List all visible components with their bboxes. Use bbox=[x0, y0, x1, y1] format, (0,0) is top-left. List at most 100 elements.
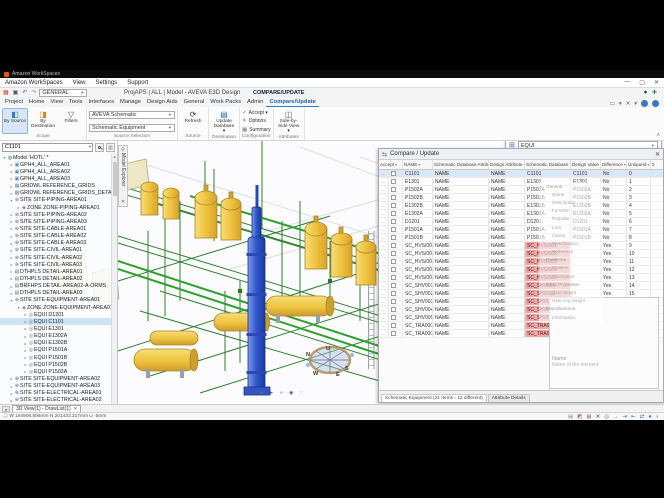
tree-item[interactable]: ▸▣GPH4_ALL_AREA01 bbox=[0, 161, 111, 168]
accept-checkbox[interactable] bbox=[391, 203, 396, 208]
rotate-right-icon[interactable]: ► bbox=[269, 390, 274, 396]
delete-icon[interactable]: ✕ bbox=[596, 414, 601, 420]
accept-cell[interactable] bbox=[389, 274, 403, 281]
tree-item[interactable]: ▸⊕SITE SITE-EQUIPMENT-AREA02 bbox=[0, 375, 111, 382]
accept-checkbox[interactable] bbox=[391, 323, 396, 328]
column-header-schematic-database-value[interactable]: Schematic Database Value▾ bbox=[525, 160, 571, 169]
accept-checkbox[interactable] bbox=[391, 251, 396, 256]
tab-manage[interactable]: Manage bbox=[117, 98, 144, 107]
accept-checkbox[interactable] bbox=[391, 331, 396, 336]
accept-cell[interactable] bbox=[389, 250, 403, 257]
window-minimize-icon[interactable]: — bbox=[624, 79, 630, 86]
tab-view[interactable]: View bbox=[48, 98, 66, 107]
accept-cell[interactable] bbox=[389, 322, 403, 329]
accept-checkbox[interactable] bbox=[391, 299, 396, 304]
tab-home[interactable]: Home bbox=[26, 98, 47, 107]
default-setting-combo[interactable]: GENERAL▾ bbox=[39, 89, 87, 97]
tree-item[interactable]: ▸⊕SITE SITE-EQUIPMENT-AREA03 bbox=[0, 383, 111, 390]
tree-item[interactable]: ▸◎EQUI P1501A bbox=[0, 347, 111, 354]
snap-end-icon[interactable]: ⇥ bbox=[623, 414, 628, 420]
table-row[interactable]: →E1301NAMENAMEE1301E1301No1 bbox=[379, 178, 663, 186]
accept--button[interactable]: ✓Accept ▾ bbox=[242, 109, 271, 116]
accept-cell[interactable] bbox=[389, 226, 403, 233]
tree-item[interactable]: ▸◎EQUI E1302B bbox=[0, 340, 111, 347]
tree-item[interactable]: ▸⊕SITE SITE-PIPING-AREA03 bbox=[0, 218, 111, 225]
measure-icon[interactable]: ◩ bbox=[577, 414, 582, 420]
close-window-icon[interactable]: ✕ bbox=[626, 101, 631, 107]
accept-checkbox[interactable] bbox=[391, 291, 396, 296]
tree-item[interactable]: ▸▤BRFHPS DETAIL-AREA02-A-ORMS bbox=[0, 283, 111, 290]
search-button[interactable] bbox=[95, 143, 104, 152]
tree-item[interactable]: ▸◎EQUI P1502B bbox=[0, 361, 111, 368]
notification-icon[interactable]: ⏺ bbox=[644, 90, 647, 96]
accept-cell[interactable] bbox=[389, 258, 403, 265]
redo-icon[interactable]: ↷ bbox=[31, 90, 36, 96]
table-row[interactable]: →P1502ANAMENAMEP1502AP1502ANo2 bbox=[379, 186, 663, 194]
accept-checkbox[interactable] bbox=[391, 195, 396, 200]
refresh-button[interactable]: ⟳Refresh bbox=[180, 108, 206, 134]
app-logo-icon[interactable]: ▦ bbox=[3, 90, 9, 96]
search-input[interactable] bbox=[3, 144, 89, 150]
tree-item[interactable]: ▸▤DTHPLS DETAIL-AREA02 bbox=[0, 275, 111, 282]
by-destination-button[interactable]: ◨By Destination bbox=[30, 108, 56, 134]
accept-cell[interactable] bbox=[389, 186, 403, 193]
accept-checkbox[interactable] bbox=[391, 171, 396, 176]
save-icon[interactable]: ▣ bbox=[13, 90, 19, 96]
table-row[interactable]: →SC_SHV001NAMENAMESC_SHV001Yes14 bbox=[379, 282, 663, 290]
tree-item[interactable]: ▾⊕SITE SITE-EQUIPMENT-AREA01 bbox=[0, 297, 111, 304]
rotate-left-icon[interactable]: ◄ bbox=[258, 390, 263, 396]
help-badge-icon[interactable]: ? bbox=[641, 100, 648, 107]
tree-item[interactable]: ▸⊕SITE SITE-CABLE-AREA03 bbox=[0, 240, 111, 247]
tab-project[interactable]: Project bbox=[2, 98, 26, 107]
compare-tab-attribute-details[interactable]: Attribute Details bbox=[488, 394, 530, 402]
accept-checkbox[interactable] bbox=[391, 275, 396, 280]
tree-item[interactable]: ▾◍Model 'HOTL' * bbox=[0, 154, 111, 161]
accept-cell[interactable] bbox=[389, 282, 403, 289]
tree-item[interactable]: ▸◎EQUI C1101 bbox=[0, 318, 111, 325]
tree-scrollbar[interactable]: ▲ bbox=[111, 154, 117, 404]
close-panel-icon[interactable]: ✕ bbox=[655, 151, 660, 158]
tree-item[interactable]: ▸◈ZONE ZONE-PIPING-AREA01 bbox=[0, 204, 111, 211]
table-row[interactable]: →SC_HVS/002NAMENAMESC_HVS/002Yes10 bbox=[379, 250, 663, 258]
accept-cell[interactable] bbox=[389, 178, 403, 185]
column-header-name[interactable]: NAME▾ bbox=[403, 160, 433, 169]
tree-item[interactable]: ▾◈ZONE ZONE-EQUIPMENT-AREA01 bbox=[0, 304, 111, 311]
tree-item[interactable]: ▾⊕SITE SITE-PIPING-AREA01 bbox=[0, 197, 111, 204]
accept-checkbox[interactable] bbox=[391, 179, 396, 184]
accept-cell[interactable] bbox=[389, 242, 403, 249]
tree-item[interactable]: ▸▤DTHPLS DETAIL-AREA01 bbox=[0, 268, 111, 275]
tree-item[interactable]: ▸⊕SITE SITE-CABLE-AREA01 bbox=[0, 225, 111, 232]
accept-checkbox[interactable] bbox=[391, 235, 396, 240]
column-header-accept[interactable]: Accept▾ bbox=[379, 160, 403, 169]
tree-item[interactable]: ▸⊕SITE SITE-ELECTRICAL-AREA01 bbox=[0, 390, 111, 397]
tree-item[interactable]: ▸▦GRIDWL REFERENCE_GRIDS_DETAIL bbox=[0, 190, 111, 197]
undo-icon[interactable]: ↶ bbox=[22, 90, 27, 96]
add-icon[interactable]: ✚ bbox=[652, 90, 657, 96]
tree-item[interactable]: ▸⊕SITE SITE-CIVIL-AREA01 bbox=[0, 247, 111, 254]
window-close-icon[interactable]: ✕ bbox=[654, 79, 659, 86]
menu-item-amazon-workspaces[interactable]: Amazon WorkSpaces bbox=[5, 80, 63, 86]
table-row[interactable]: →C1101NAMENAMEC1101C1101No0 bbox=[379, 170, 663, 178]
tree-item[interactable]: ▸⊕SITE SITE-ELECTRICAL-AREA02 bbox=[0, 397, 111, 404]
update-database--button[interactable]: ▤Update Database ▾ bbox=[211, 108, 237, 135]
list-icon[interactable]: ▤ bbox=[568, 414, 573, 420]
accept-cell[interactable] bbox=[389, 290, 403, 297]
tree-item[interactable]: ▸⊕SITE SITE-PIPING-AREA02 bbox=[0, 211, 111, 218]
accept-checkbox[interactable] bbox=[391, 315, 396, 320]
table-row[interactable]: →E1302BNAMENAMEE1302BE1302BNo4 bbox=[379, 202, 663, 210]
accept-checkbox[interactable] bbox=[391, 267, 396, 272]
pan-icon[interactable]: ● bbox=[280, 390, 283, 396]
help-badge-icon[interactable]: i bbox=[652, 100, 659, 107]
table-row[interactable]: →SC_HVS/004NAMENAMESC_HVS/004Yes12 bbox=[379, 266, 663, 274]
table-row[interactable]: →P1502BNAMENAMEP1502BP1502BNo3 bbox=[379, 194, 663, 202]
column-header-design-value[interactable]: Design Value▾ bbox=[571, 160, 601, 169]
accept-cell[interactable] bbox=[389, 266, 403, 273]
accept-checkbox[interactable] bbox=[391, 259, 396, 264]
tree-item[interactable]: ▸▣GPH4_ALL_AREA02 bbox=[0, 168, 111, 175]
half-icon[interactable]: ◗ bbox=[656, 414, 659, 420]
tree-item[interactable]: ▸⊕SITE SITE-CIVIL-AREA02 bbox=[0, 254, 111, 261]
column-header-uniqueid[interactable]: UniqueId▾ bbox=[627, 160, 651, 169]
zoom-icon[interactable]: ○ bbox=[299, 390, 302, 396]
tab-work-packs[interactable]: Work Packs bbox=[207, 98, 244, 107]
column-header-design-attribute[interactable]: Design Attribute▾ bbox=[489, 160, 525, 169]
